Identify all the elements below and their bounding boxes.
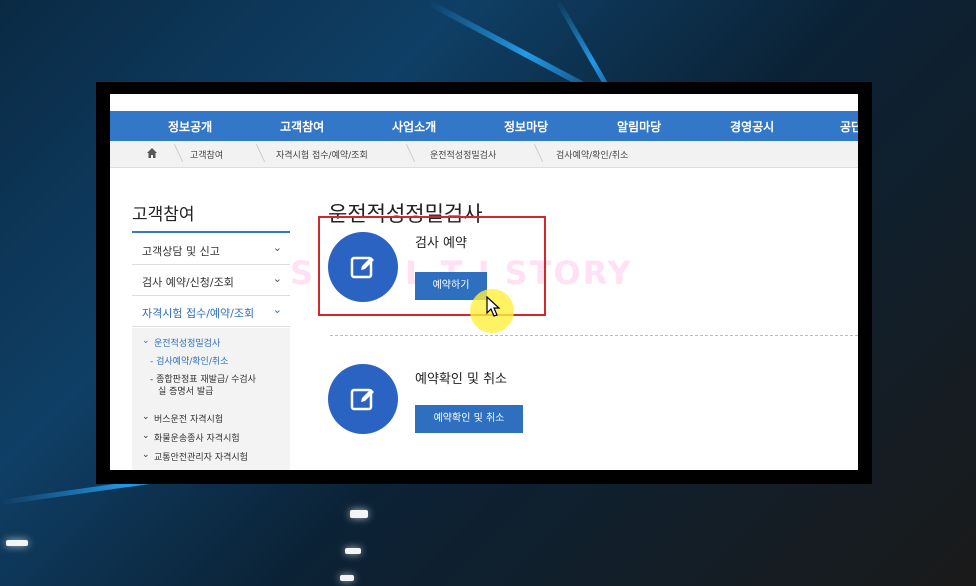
chevron-down-icon: ⌄ (272, 241, 282, 254)
chevron-down-icon: ⌄ (142, 336, 150, 346)
sidebar-submenu: ⌄ 운전적성정밀검사 - 검사예약/확인/취소 - 종합판정표 재발급/ 수검사… (132, 328, 290, 470)
global-nav: 정보공개 고객참여 사업소개 정보마당 알림마당 경영공시 공단 (110, 111, 858, 141)
screenshot-frame: 정보공개 고객참여 사업소개 정보마당 알림마당 경영공시 공단 고객참여 자격… (96, 82, 872, 484)
submenu-item[interactable]: 버스운전 자격시험 (154, 412, 223, 425)
chevron-down-icon: ⌄ (142, 431, 150, 441)
ceiling-lamp (6, 540, 28, 546)
breadcrumb-separator (245, 144, 266, 162)
nav-item-corp[interactable]: 공단 (840, 118, 858, 135)
confirm-cancel-button[interactable]: 예약확인 및 취소 (415, 405, 523, 433)
sidebar-item-label: 고객상담 및 신고 (142, 245, 220, 258)
breadcrumb-item[interactable]: 자격시험 접수/예약/조회 (276, 148, 368, 161)
sidebar-title-underline (132, 231, 290, 233)
submenu-active[interactable]: 운전적성정밀검사 (154, 336, 220, 349)
breadcrumb-item[interactable]: 검사예약/확인/취소 (556, 148, 628, 161)
sidebar-item-counseling[interactable]: 고객상담 및 신고 ⌄ (132, 234, 290, 265)
breadcrumb-separator (395, 144, 416, 162)
sidebar-item-qualification[interactable]: 자격시험 접수/예약/조회 ⌄ (132, 296, 290, 327)
submenu-item[interactable]: 화물운송종사 자격시험 (154, 431, 240, 444)
edit-icon (328, 364, 398, 434)
sidebar-item-label: 자격시험 접수/예약/조회 (142, 307, 255, 320)
sidebar-item-inspection[interactable]: 검사 예약/신청/조회 ⌄ (132, 265, 290, 296)
section-divider (330, 335, 858, 336)
nav-item-business[interactable]: 사업소개 (392, 118, 436, 135)
breadcrumb: 고객참여 자격시험 접수/예약/조회 운전적성정밀검사 검사예약/확인/취소 (110, 141, 858, 168)
submenu-item[interactable]: - 검사예약/확인/취소 (150, 354, 228, 367)
breadcrumb-separator (523, 144, 544, 162)
nav-item-notice[interactable]: 알림마당 (617, 118, 661, 135)
ceiling-lamp (350, 510, 368, 518)
sidebar-title: 고객참여 (132, 205, 195, 225)
ceiling-lamp (345, 548, 361, 554)
mouse-cursor-icon (486, 296, 501, 317)
chevron-down-icon: ⌄ (142, 450, 150, 460)
sidebar-item-label: 검사 예약/신청/조회 (142, 276, 234, 289)
breadcrumb-item[interactable]: 고객참여 (190, 148, 223, 161)
home-icon[interactable] (146, 147, 158, 159)
nav-item-customer[interactable]: 고객참여 (280, 118, 324, 135)
ceiling-lamp (340, 575, 354, 581)
chevron-down-icon: ⌄ (272, 303, 282, 316)
web-page: 정보공개 고객참여 사업소개 정보마당 알림마당 경영공시 공단 고객참여 자격… (110, 94, 858, 470)
breadcrumb-separator (163, 144, 184, 162)
chevron-down-icon: ⌄ (142, 412, 150, 422)
nav-item-info-disclosure[interactable]: 정보공개 (168, 118, 212, 135)
breadcrumb-item[interactable]: 운전적성정밀검사 (430, 148, 496, 161)
nav-item-info-yard[interactable]: 정보마당 (504, 118, 548, 135)
submenu-item-continued[interactable]: 실 증명서 발급 (158, 384, 213, 397)
submenu-item[interactable]: 교통안전관리자 자격시험 (154, 450, 248, 463)
nav-item-management[interactable]: 경영공시 (730, 118, 774, 135)
section-title-confirm-cancel: 예약확인 및 취소 (415, 372, 507, 387)
chevron-down-icon: ⌄ (272, 272, 282, 285)
